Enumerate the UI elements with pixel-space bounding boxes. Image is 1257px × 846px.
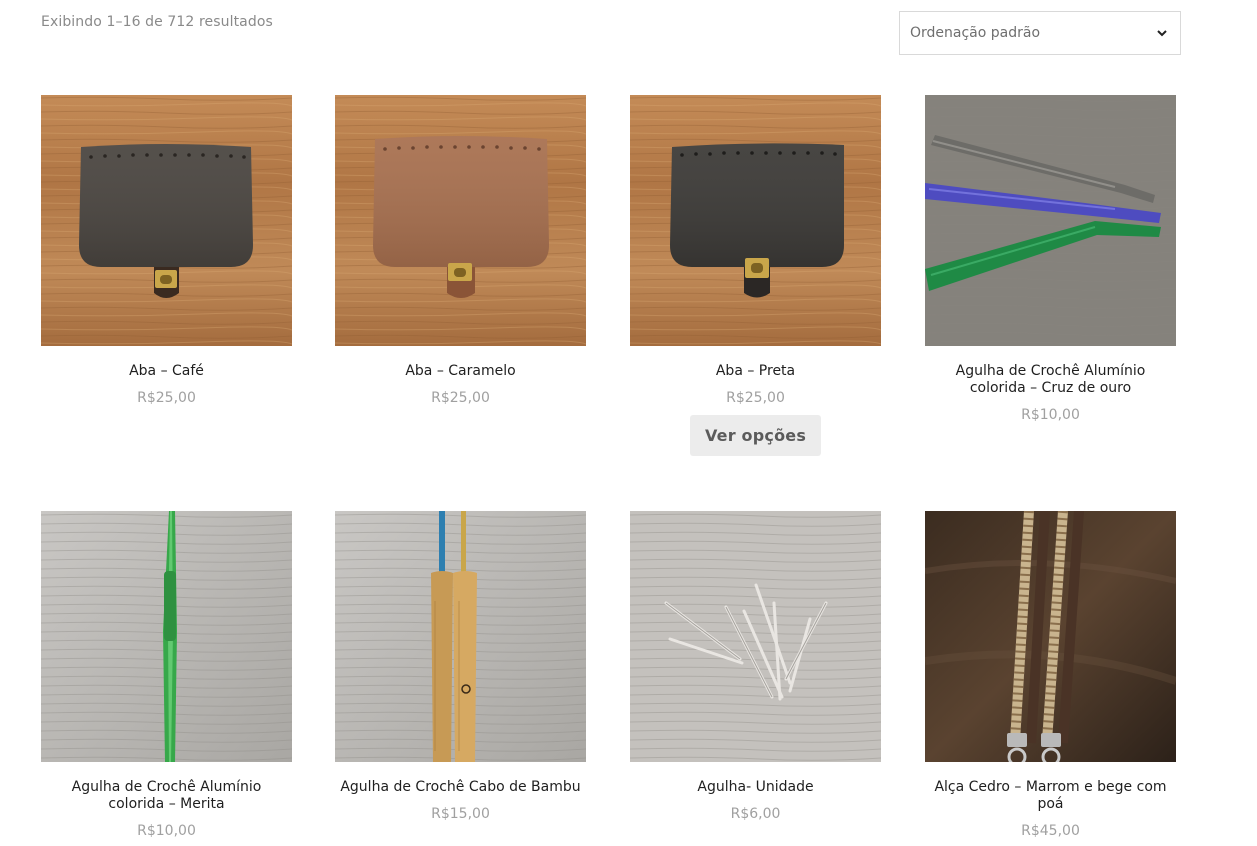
product-title[interactable]: Agulha de Crochê Alumínio colorida – Mer… (41, 779, 292, 813)
shop-page: Exibindo 1–16 de 712 resultados Ordenaçã… (0, 0, 1257, 846)
product-card: Agulha de Crochê Alumínio colorida – Cru… (925, 95, 1176, 423)
product-image[interactable] (925, 95, 1176, 346)
product-card: Alça Cedro – Marrom e bege com poá R$45,… (925, 511, 1176, 839)
product-price: R$25,00 (726, 390, 785, 406)
product-image[interactable] (630, 95, 881, 346)
product-card: Agulha- Unidade R$6,00 (630, 511, 881, 822)
product-image[interactable] (41, 95, 292, 346)
result-count: Exibindo 1–16 de 712 resultados (41, 14, 273, 30)
product-price: R$15,00 (431, 806, 490, 822)
chevron-down-icon (1157, 30, 1167, 37)
product-price: R$45,00 (1021, 823, 1080, 839)
product-image[interactable] (335, 95, 586, 346)
product-card: Agulha de Crochê Cabo de Bambu R$15,00 (335, 511, 586, 822)
product-image[interactable] (925, 511, 1176, 762)
product-title[interactable]: Alça Cedro – Marrom e bege com poá (925, 779, 1176, 813)
view-options-button[interactable]: Ver opções (690, 415, 821, 456)
product-card: Agulha de Crochê Alumínio colorida – Mer… (41, 511, 292, 839)
product-title[interactable]: Aba – Café (41, 363, 292, 380)
product-title[interactable]: Agulha de Crochê Alumínio colorida – Cru… (925, 363, 1176, 397)
product-title[interactable]: Agulha- Unidade (630, 779, 881, 796)
product-title[interactable]: Aba – Preta (630, 363, 881, 380)
sort-dropdown[interactable]: Ordenação padrão (899, 11, 1181, 55)
sort-selected-value: Ordenação padrão (910, 25, 1041, 41)
product-title[interactable]: Aba – Caramelo (335, 363, 586, 380)
product-price: R$6,00 (730, 806, 781, 822)
product-price: R$25,00 (137, 390, 196, 406)
product-price: R$10,00 (1021, 407, 1080, 423)
product-price: R$10,00 (137, 823, 196, 839)
product-image[interactable] (630, 511, 881, 762)
product-card: Aba – Caramelo R$25,00 (335, 95, 586, 406)
product-title[interactable]: Agulha de Crochê Cabo de Bambu (335, 779, 586, 796)
product-price: R$25,00 (431, 390, 490, 406)
product-image[interactable] (41, 511, 292, 762)
product-card: Aba – Preta R$25,00 Ver opções (630, 95, 881, 456)
product-image[interactable] (335, 511, 586, 762)
product-card: Aba – Café R$25,00 (41, 95, 292, 406)
